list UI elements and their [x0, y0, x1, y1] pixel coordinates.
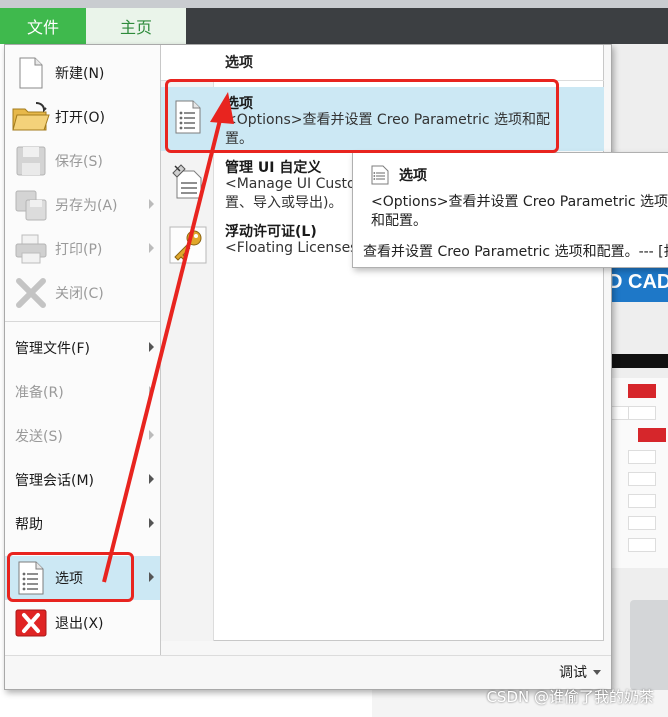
- menu-item-manage-files[interactable]: 管理文件(F): [5, 326, 160, 370]
- menu-item-label: 退出(X): [55, 616, 104, 632]
- menu-item-open[interactable]: 打开(O): [5, 95, 160, 139]
- tab-file[interactable]: 文件: [0, 8, 86, 44]
- watermark: CSDN @谁偷了我的奶茶: [486, 688, 654, 706]
- menu-separator: [5, 321, 160, 322]
- menu-item-label: 打印(P): [55, 242, 103, 258]
- chevron-right-icon: [149, 243, 154, 253]
- chevron-right-icon: [149, 430, 154, 440]
- save-icon: [11, 141, 51, 181]
- menu-item-label: 另存为(A): [55, 198, 118, 214]
- license-key-icon: [169, 225, 207, 265]
- menu-item-label: 管理会话(M): [15, 473, 95, 489]
- submenu-header: 选项: [161, 45, 604, 81]
- background-dark-strip: [604, 354, 668, 368]
- chevron-right-icon: [149, 572, 154, 582]
- menu-item-help[interactable]: 帮助: [5, 502, 160, 546]
- new-document-icon: [11, 53, 51, 93]
- chevron-right-icon: [149, 518, 154, 528]
- background-logo-grid: [604, 378, 668, 568]
- submenu-item-title: 管理 UI 自定义: [225, 160, 322, 176]
- ui-customize-icon: [169, 161, 207, 201]
- menu-item-label: 关闭(C): [55, 286, 104, 302]
- menu-item-save[interactable]: 保存(S): [5, 139, 160, 183]
- annotation-highlight-menu-options: [7, 552, 134, 602]
- tab-home[interactable]: 主页: [86, 8, 186, 44]
- submenu-item-title: 浮动许可证(L): [225, 224, 317, 240]
- menu-item-send[interactable]: 发送(S): [5, 414, 160, 458]
- debug-label: 调试: [559, 665, 587, 681]
- menu-item-new[interactable]: 新建(N): [5, 51, 160, 95]
- chevron-right-icon: [149, 474, 154, 484]
- annotation-highlight-submenu-options: [165, 79, 559, 153]
- menu-item-label: 帮助: [15, 517, 43, 533]
- background-monitor: [630, 600, 668, 690]
- menu-item-manage-session[interactable]: 管理会话(M): [5, 458, 160, 502]
- menu-item-label: 准备(R): [15, 385, 64, 401]
- chevron-right-icon: [149, 386, 154, 396]
- options-icon: [371, 165, 389, 185]
- menu-item-label: 打开(O): [55, 110, 105, 126]
- close-icon: [11, 273, 51, 313]
- tooltip-title: 选项: [399, 168, 427, 184]
- menu-item-close[interactable]: 关闭(C): [5, 271, 160, 315]
- options-tooltip: 选项 <Options>查看并设置 Creo Parametric 选项和配置。…: [352, 152, 668, 268]
- exit-icon: [11, 603, 51, 643]
- file-menu-footer: 调试: [5, 655, 611, 689]
- menu-item-label: 管理文件(F): [15, 341, 90, 357]
- chevron-right-icon: [149, 199, 154, 209]
- menu-item-label: 新建(N): [55, 66, 105, 82]
- caret-down-icon: [593, 669, 601, 675]
- print-icon: [11, 229, 51, 269]
- menu-item-label: 发送(S): [15, 429, 63, 445]
- menu-item-exit[interactable]: 退出(X): [5, 601, 160, 645]
- menu-item-save-as[interactable]: 另存为(A): [5, 183, 160, 227]
- menu-item-label: 保存(S): [55, 154, 103, 170]
- tooltip-footer: 查看并设置 Creo Parametric 选项和配置。--- [打开选项对话框…: [363, 244, 668, 260]
- ribbon-tab-bar: 文件 主页: [0, 8, 668, 44]
- menu-item-print[interactable]: 打印(P): [5, 227, 160, 271]
- background-banner: D CAD: [604, 262, 668, 302]
- chevron-right-icon: [149, 342, 154, 352]
- open-folder-icon: [11, 97, 51, 137]
- title-bar: [0, 0, 668, 8]
- save-as-icon: [11, 185, 51, 225]
- menu-item-prepare[interactable]: 准备(R): [5, 370, 160, 414]
- debug-dropdown-button[interactable]: 调试: [559, 662, 601, 682]
- tooltip-body: <Options>查看并设置 Creo Parametric 选项和配置。: [371, 194, 668, 229]
